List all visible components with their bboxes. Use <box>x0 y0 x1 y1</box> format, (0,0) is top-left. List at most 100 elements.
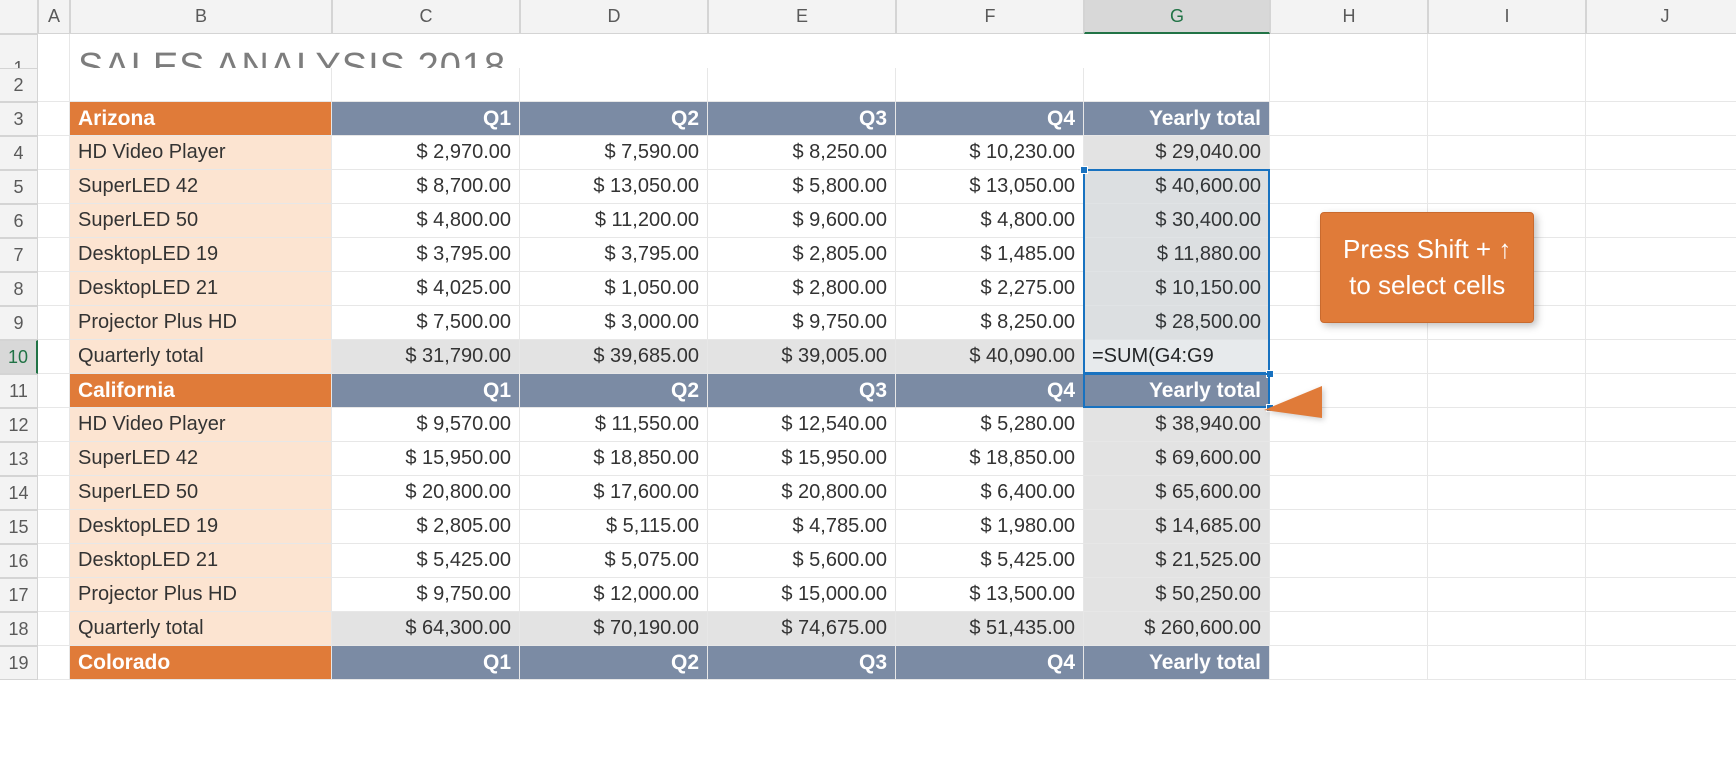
select-all-corner[interactable] <box>0 0 38 34</box>
quarter-header-Q2[interactable]: Q2 <box>520 374 708 408</box>
quarter-value[interactable]: $ 5,425.00 <box>332 544 520 578</box>
yearly-value[interactable]: $ 65,600.00 <box>1084 476 1270 510</box>
empty-cell[interactable] <box>1586 646 1736 680</box>
quarter-value[interactable]: $ 7,590.00 <box>520 136 708 170</box>
empty-cell[interactable] <box>38 476 70 510</box>
quarter-value[interactable]: $ 5,280.00 <box>896 408 1084 442</box>
quarter-header-Q2[interactable]: Q2 <box>520 102 708 136</box>
quarter-value[interactable]: $ 5,425.00 <box>896 544 1084 578</box>
column-header-H[interactable]: H <box>1270 0 1428 34</box>
empty-cell[interactable] <box>1586 476 1736 510</box>
quarter-value[interactable]: $ 2,800.00 <box>708 272 896 306</box>
region-header-colorado[interactable]: Colorado <box>70 646 332 680</box>
yearly-header[interactable]: Yearly total <box>1084 374 1270 408</box>
empty-cell[interactable] <box>1428 340 1586 374</box>
quarter-value[interactable]: $ 15,000.00 <box>708 578 896 612</box>
empty-cell[interactable] <box>38 646 70 680</box>
cell-row2-7[interactable] <box>1270 68 1428 102</box>
row-header-18[interactable]: 18 <box>0 612 38 646</box>
empty-cell[interactable] <box>1586 408 1736 442</box>
yearly-value[interactable]: $ 69,600.00 <box>1084 442 1270 476</box>
yearly-header[interactable]: Yearly total <box>1084 102 1270 136</box>
quarter-value[interactable]: $ 4,025.00 <box>332 272 520 306</box>
quarter-value[interactable]: $ 8,250.00 <box>708 136 896 170</box>
empty-cell[interactable] <box>1270 442 1428 476</box>
quarter-value[interactable]: $ 9,750.00 <box>332 578 520 612</box>
cell-row2-0[interactable] <box>38 68 70 102</box>
column-header-F[interactable]: F <box>896 0 1084 34</box>
quarter-value[interactable]: $ 20,800.00 <box>332 476 520 510</box>
empty-cell[interactable] <box>1586 612 1736 646</box>
row-header-10[interactable]: 10 <box>0 340 38 374</box>
quarterly-total-value[interactable]: $ 31,790.00 <box>332 340 520 374</box>
quarterly-total-value[interactable]: $ 51,435.00 <box>896 612 1084 646</box>
cell-row2-8[interactable] <box>1428 68 1586 102</box>
row-header-7[interactable]: 7 <box>0 238 38 272</box>
quarter-header-Q3[interactable]: Q3 <box>708 646 896 680</box>
empty-cell[interactable] <box>38 544 70 578</box>
row-header-4[interactable]: 4 <box>0 136 38 170</box>
empty-cell[interactable] <box>1428 544 1586 578</box>
yearly-value[interactable]: $ 29,040.00 <box>1084 136 1270 170</box>
product-name[interactable]: SuperLED 50 <box>70 476 332 510</box>
quarter-value[interactable]: $ 2,805.00 <box>708 238 896 272</box>
cell-row2-2[interactable] <box>332 68 520 102</box>
yearly-value[interactable]: $ 50,250.00 <box>1084 578 1270 612</box>
column-header-B[interactable]: B <box>70 0 332 34</box>
column-header-J[interactable]: J <box>1586 0 1736 34</box>
empty-cell[interactable] <box>1586 238 1736 272</box>
empty-cell[interactable] <box>1586 136 1736 170</box>
empty-cell[interactable] <box>1270 340 1428 374</box>
quarter-value[interactable]: $ 6,400.00 <box>896 476 1084 510</box>
quarter-value[interactable]: $ 1,050.00 <box>520 272 708 306</box>
cell-row2-4[interactable] <box>708 68 896 102</box>
quarter-value[interactable]: $ 5,075.00 <box>520 544 708 578</box>
cell-row2-3[interactable] <box>520 68 708 102</box>
region-header-california[interactable]: California <box>70 374 332 408</box>
empty-cell[interactable] <box>1270 136 1428 170</box>
empty-cell[interactable] <box>1428 612 1586 646</box>
empty-cell[interactable] <box>1586 578 1736 612</box>
quarter-value[interactable]: $ 18,850.00 <box>896 442 1084 476</box>
empty-cell[interactable] <box>38 170 70 204</box>
product-name[interactable]: SuperLED 42 <box>70 442 332 476</box>
row-header-8[interactable]: 8 <box>0 272 38 306</box>
cell-row2-1[interactable] <box>70 68 332 102</box>
region-header-arizona[interactable]: Arizona <box>70 102 332 136</box>
quarterly-total-value[interactable]: $ 64,300.00 <box>332 612 520 646</box>
product-name[interactable]: DesktopLED 19 <box>70 238 332 272</box>
empty-cell[interactable] <box>1586 442 1736 476</box>
empty-cell[interactable] <box>38 612 70 646</box>
empty-cell[interactable] <box>38 136 70 170</box>
empty-cell[interactable] <box>38 578 70 612</box>
column-header-E[interactable]: E <box>708 0 896 34</box>
quarter-value[interactable]: $ 18,850.00 <box>520 442 708 476</box>
empty-cell[interactable] <box>1428 510 1586 544</box>
yearly-value[interactable]: $ 40,600.00 <box>1084 170 1270 204</box>
product-name[interactable]: Projector Plus HD <box>70 306 332 340</box>
quarter-value[interactable]: $ 9,570.00 <box>332 408 520 442</box>
quarter-header-Q3[interactable]: Q3 <box>708 374 896 408</box>
quarter-header-Q1[interactable]: Q1 <box>332 374 520 408</box>
empty-cell[interactable] <box>38 340 70 374</box>
empty-cell[interactable] <box>1586 272 1736 306</box>
quarter-value[interactable]: $ 5,800.00 <box>708 170 896 204</box>
column-header-G[interactable]: G <box>1084 0 1270 34</box>
row-header-5[interactable]: 5 <box>0 170 38 204</box>
empty-cell[interactable] <box>38 102 70 136</box>
empty-cell[interactable] <box>38 408 70 442</box>
quarter-value[interactable]: $ 10,230.00 <box>896 136 1084 170</box>
row-header-2[interactable]: 2 <box>0 68 38 102</box>
yearly-total-value[interactable]: $ 260,600.00 <box>1084 612 1270 646</box>
quarter-value[interactable]: $ 5,600.00 <box>708 544 896 578</box>
product-name[interactable]: DesktopLED 21 <box>70 272 332 306</box>
empty-cell[interactable] <box>1270 612 1428 646</box>
quarterly-total-label[interactable]: Quarterly total <box>70 340 332 374</box>
quarterly-total-label[interactable]: Quarterly total <box>70 612 332 646</box>
quarter-header-Q2[interactable]: Q2 <box>520 646 708 680</box>
quarter-value[interactable]: $ 20,800.00 <box>708 476 896 510</box>
empty-cell[interactable] <box>1428 578 1586 612</box>
quarter-value[interactable]: $ 15,950.00 <box>332 442 520 476</box>
quarter-value[interactable]: $ 13,050.00 <box>520 170 708 204</box>
row-header-13[interactable]: 13 <box>0 442 38 476</box>
